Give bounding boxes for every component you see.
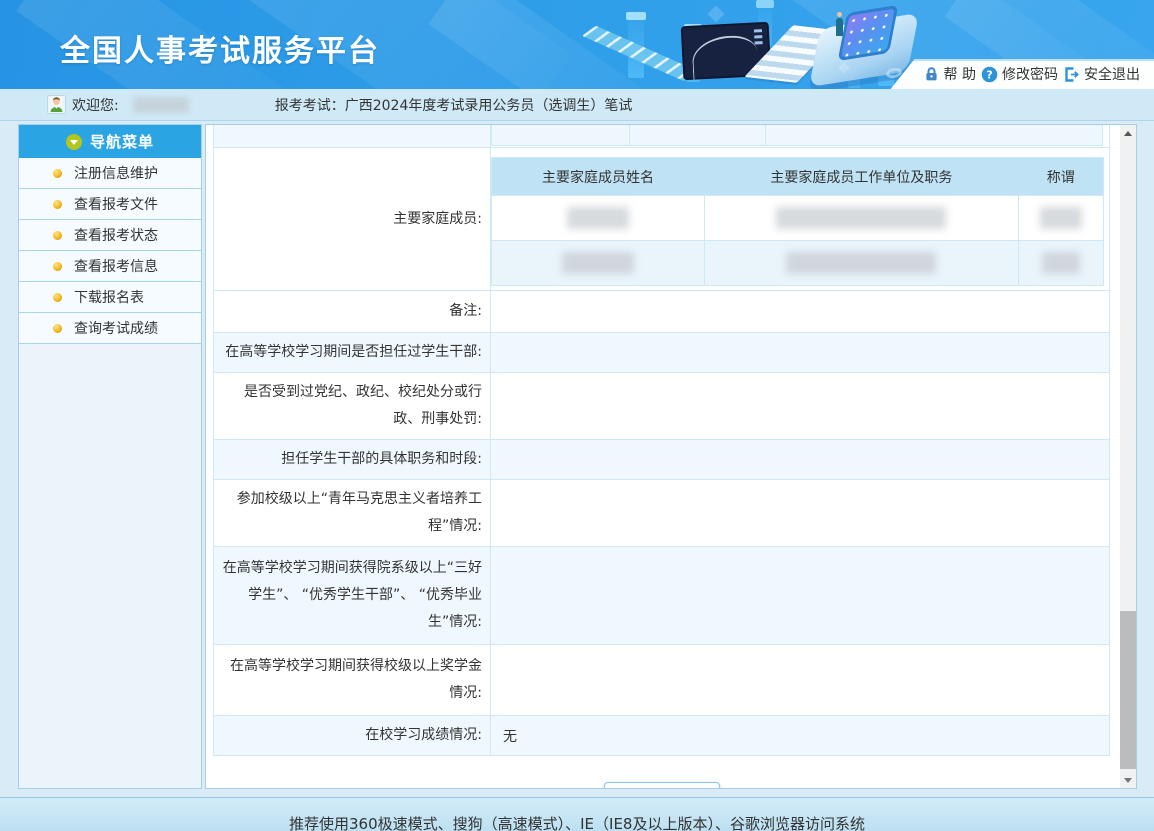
redacted-value (786, 252, 936, 274)
bullet-icon (53, 231, 62, 240)
form-row-academic-performance: 在校学习成绩情况: 无 (214, 715, 1109, 755)
bullet-icon (53, 169, 62, 178)
exam-info-label: 报考考试：广西2024年度考试录用公务员（选调生）笔试 (275, 95, 633, 115)
quick-links-bar: 帮 助 ? 修改密码 安全退出 (891, 59, 1154, 89)
sidebar-item-view-exam-info[interactable]: 查看报考信息 (19, 251, 201, 282)
person-figure (836, 18, 843, 36)
nav-list: 注册信息维护 查看报考文件 查看报考状态 查看报考信息 下载报名表 (19, 158, 201, 344)
col-header-member-name: 主要家庭成员姓名 (492, 158, 705, 196)
lock-icon (923, 66, 940, 83)
form-row-value (491, 333, 1109, 372)
redacted-value (567, 207, 629, 229)
form-row-label: 在高等学校学习期间是否担任过学生干部: (214, 333, 491, 372)
clipped-table-row (214, 125, 1109, 147)
header-illustration (590, 0, 920, 89)
change-password-link[interactable]: ? 修改密码 (981, 64, 1058, 84)
form-row-value (491, 480, 1109, 546)
form-row-student-cadre: 在高等学校学习期间是否担任过学生干部: (214, 332, 1109, 372)
user-avatar-icon (47, 95, 66, 114)
sidebar-item-download-form[interactable]: 下载报名表 (19, 282, 201, 313)
form-row-label: 参加校级以上“青年马克思主义者培养工程”情况: (214, 480, 491, 546)
form-row-label: 是否受到过党纪、政纪、校纪处分或行政、刑事处罚: (214, 373, 491, 439)
form-row-discipline-punishment: 是否受到过党纪、政纪、校纪处分或行政、刑事处罚: (214, 372, 1109, 439)
main-panel: 主要家庭成员: 主要家庭成员姓名 主要家庭成员工作单位及职务 称谓 (205, 124, 1137, 789)
nav-menu-header[interactable]: 导航菜单 (19, 125, 201, 158)
sidebar-item-view-exam-status[interactable]: 查看报考状态 (19, 220, 201, 251)
redacted-username (133, 97, 189, 113)
confirm-registration-button[interactable]: 报名信息确认 (604, 782, 720, 788)
form-row-value (491, 547, 1109, 644)
form-row-label: 在高等学校学习期间获得校级以上奖学金情况: (214, 645, 491, 715)
main-layout: 导航菜单 注册信息维护 查看报考文件 查看报考状态 查看报考信息 (18, 124, 1137, 789)
family-members-table: 主要家庭成员姓名 主要家庭成员工作单位及职务 称谓 (491, 157, 1104, 286)
form-row-label: 主要家庭成员: (214, 148, 491, 290)
table-row (492, 196, 1104, 241)
sidebar-item-view-exam-files[interactable]: 查看报考文件 (19, 189, 201, 220)
form-row-value: 无 (491, 716, 1109, 755)
scroll-content: 主要家庭成员: 主要家庭成员姓名 主要家庭成员工作单位及职务 称谓 (213, 125, 1110, 788)
clipped-inner-table (491, 125, 1103, 146)
bullet-icon (53, 262, 62, 271)
col-header-relation: 称谓 (1019, 158, 1104, 196)
sidebar-item-register-info[interactable]: 注册信息维护 (19, 158, 201, 189)
scroll-up-button[interactable] (1120, 125, 1136, 141)
triangle-up-icon (1124, 131, 1132, 136)
chevron-down-icon (66, 134, 82, 150)
question-icon: ? (981, 66, 998, 83)
sidebar: 导航菜单 注册信息维护 查看报考文件 查看报考状态 查看报考信息 (18, 124, 202, 789)
redacted-value (1042, 252, 1080, 274)
redacted-value (562, 252, 634, 274)
bullet-icon (53, 324, 62, 333)
form-row-family-members: 主要家庭成员: 主要家庭成员姓名 主要家庭成员工作单位及职务 称谓 (214, 147, 1109, 290)
vertical-scrollbar[interactable] (1120, 125, 1136, 788)
sidebar-item-query-scores[interactable]: 查询考试成绩 (19, 313, 201, 344)
redacted-value (1040, 207, 1082, 229)
welcome-bar: 欢迎您: 报考考试：广西2024年度考试录用公务员（选调生）笔试 (0, 89, 1154, 121)
form-row-value (491, 440, 1109, 479)
form-row-cadre-position-period: 担任学生干部的具体职务和时段: (214, 439, 1109, 479)
scroll-down-button[interactable] (1120, 772, 1136, 788)
form-row-honors: 在高等学校学习期间获得院系级以上“三好学生”、 “优秀学生干部”、 “优秀毕业生… (214, 546, 1109, 644)
bullet-icon (53, 293, 62, 302)
page-title: 全国人事考试服务平台 (60, 26, 380, 70)
form-row-remark: 备注: (214, 290, 1109, 332)
form-row-value (491, 291, 1109, 332)
form-row-label: 在高等学校学习期间获得院系级以上“三好学生”、 “优秀学生干部”、 “优秀毕业生… (214, 547, 491, 644)
table-row (492, 241, 1104, 286)
greeting-label: 欢迎您: (72, 95, 119, 115)
form-row-value (491, 373, 1109, 439)
button-bar: 报名信息确认 (213, 782, 1110, 788)
floating-cube (708, 6, 725, 23)
browser-recommendation: 推荐使用360极速模式、搜狗（高速模式）、IE（IE8及以上版本）、谷歌浏览器访… (0, 813, 1154, 831)
redacted-value (776, 207, 946, 229)
app-header: 全国人事考试服务平台 帮 助 ? 修改密码 安全退出 (0, 0, 1154, 89)
bullet-icon (53, 200, 62, 209)
form-row-label: 担任学生干部的具体职务和时段: (214, 440, 491, 479)
form-row-value (491, 645, 1109, 715)
logout-link[interactable]: 安全退出 (1063, 64, 1140, 84)
family-table-header-row: 主要家庭成员姓名 主要家庭成员工作单位及职务 称谓 (492, 158, 1104, 196)
page-footer: 推荐使用360极速模式、搜狗（高速模式）、IE（IE8及以上版本）、谷歌浏览器访… (0, 797, 1154, 831)
registration-info-form: 主要家庭成员: 主要家庭成员姓名 主要家庭成员工作单位及职务 称谓 (213, 125, 1110, 756)
logout-icon (1063, 66, 1080, 83)
form-row-label: 在校学习成绩情况: (214, 716, 491, 755)
triangle-down-icon (1124, 778, 1132, 783)
scrollbar-thumb[interactable] (1120, 611, 1136, 769)
form-row-marxist-program: 参加校级以上“青年马克思主义者培养工程”情况: (214, 479, 1109, 546)
form-row-scholarship: 在高等学校学习期间获得校级以上奖学金情况: (214, 644, 1109, 715)
form-row-label: 备注: (214, 291, 491, 332)
col-header-member-workunit: 主要家庭成员工作单位及职务 (704, 158, 1019, 196)
page: 全国人事考试服务平台 帮 助 ? 修改密码 安全退出 (0, 0, 1154, 831)
help-link[interactable]: 帮 助 (923, 64, 976, 84)
svg-text:?: ? (986, 68, 992, 81)
